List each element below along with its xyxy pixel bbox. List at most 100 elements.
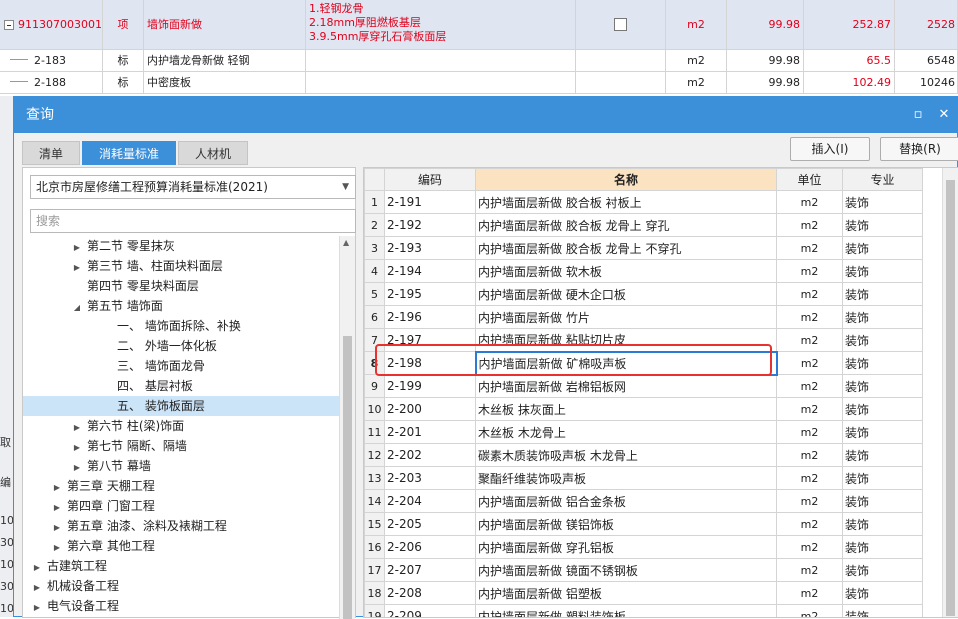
- row-code[interactable]: 2-202: [384, 443, 476, 467]
- row-spec[interactable]: 装饰: [842, 282, 923, 306]
- sub-row[interactable]: 2-188 标 中密度板 m2 99.98 102.49 10246: [0, 72, 958, 94]
- row-spec[interactable]: 装饰: [842, 374, 923, 398]
- row-unit[interactable]: m2: [776, 397, 843, 421]
- row-name[interactable]: 内护墙面层新做 镁铝饰板: [475, 512, 777, 536]
- tree-node[interactable]: ▶ 第四章 门窗工程: [23, 496, 341, 516]
- collapse-icon[interactable]: [4, 19, 14, 30]
- row-spec[interactable]: 装饰: [842, 397, 923, 421]
- sub-row[interactable]: 2-183 标 内护墙龙骨新做 轻钢 m2 99.98 65.5 6548: [0, 50, 958, 72]
- row-spec[interactable]: 装饰: [842, 581, 923, 605]
- row-name[interactable]: 内护墙面层新做 胶合板 衬板上: [475, 190, 777, 214]
- row-code[interactable]: 2-207: [384, 558, 476, 582]
- table-row[interactable]: 2 2-192 内护墙面层新做 胶合板 龙骨上 穿孔 m2 装饰: [364, 213, 923, 237]
- dialog-titlebar[interactable]: 查询 ▫ ✕: [14, 97, 957, 133]
- row-unit[interactable]: m2: [776, 420, 843, 444]
- row-code[interactable]: 2-193: [384, 236, 476, 260]
- row-name[interactable]: 内护墙面层新做 塑料装饰板: [475, 604, 777, 617]
- row-spec[interactable]: 装饰: [842, 213, 923, 237]
- insert-button[interactable]: 插入(I): [790, 137, 870, 161]
- expand-icon[interactable]: ▶: [51, 498, 63, 518]
- row-unit[interactable]: m2: [776, 374, 843, 398]
- tree-node[interactable]: ▶ 第三节 墙、柱面块料面层: [23, 256, 341, 276]
- checkbox[interactable]: [614, 18, 627, 31]
- expand-icon[interactable]: ▶: [51, 538, 63, 558]
- row-code[interactable]: 2-204: [384, 489, 476, 513]
- row-unit[interactable]: m2: [776, 305, 843, 329]
- table-row[interactable]: 4 2-194 内护墙面层新做 软木板 m2 装饰: [364, 259, 923, 283]
- table-row[interactable]: 12 2-202 碳素木质装饰吸声板 木龙骨上 m2 装饰: [364, 443, 923, 467]
- tree-node[interactable]: 五、 装饰板面层: [23, 396, 341, 416]
- expand-icon[interactable]: ▶: [71, 438, 83, 458]
- tree-node[interactable]: ▶ 机械设备工程: [23, 576, 341, 596]
- row-unit[interactable]: m2: [776, 581, 843, 605]
- expand-icon[interactable]: ▶: [31, 598, 43, 618]
- table-row[interactable]: 18 2-208 内护墙面层新做 铝塑板 m2 装饰: [364, 581, 923, 605]
- row-name[interactable]: 内护墙面层新做 软木板: [475, 259, 777, 283]
- row-code[interactable]: 2-203: [384, 466, 476, 490]
- row-unit[interactable]: m2: [776, 351, 843, 375]
- row-spec[interactable]: 装饰: [842, 604, 923, 617]
- row-name[interactable]: 内护墙面层新做 胶合板 龙骨上 穿孔: [475, 213, 777, 237]
- row-unit[interactable]: m2: [776, 213, 843, 237]
- row-unit[interactable]: m2: [776, 489, 843, 513]
- tab-consumption-standard[interactable]: 消耗量标准: [82, 141, 177, 165]
- row-unit[interactable]: m2: [776, 259, 843, 283]
- expand-icon[interactable]: ▶: [31, 558, 43, 578]
- row-unit[interactable]: m2: [776, 236, 843, 260]
- row-unit[interactable]: m2: [776, 443, 843, 467]
- tree-node[interactable]: ▶ 第三章 天棚工程: [23, 476, 341, 496]
- table-row[interactable]: 5 2-195 内护墙面层新做 硬木企口板 m2 装饰: [364, 282, 923, 306]
- scroll-thumb[interactable]: [343, 336, 352, 619]
- tree-scrollbar[interactable]: ▲: [339, 236, 355, 619]
- spec-header[interactable]: 专业: [842, 168, 923, 191]
- row-name[interactable]: 内护墙面层新做 铝塑板: [475, 581, 777, 605]
- row-name[interactable]: 内护墙面层新做 竹片: [475, 305, 777, 329]
- search-input[interactable]: 搜索: [30, 209, 356, 233]
- row-unit[interactable]: m2: [776, 328, 843, 352]
- row-name[interactable]: 内护墙面层新做 穿孔铝板: [475, 535, 777, 559]
- expand-icon[interactable]: ▶: [51, 518, 63, 538]
- tree-node[interactable]: 二、 外墙一体化板: [23, 336, 341, 356]
- row-unit[interactable]: m2: [776, 604, 843, 617]
- row-unit[interactable]: m2: [776, 558, 843, 582]
- expand-icon[interactable]: ▶: [71, 458, 83, 478]
- row-unit[interactable]: m2: [776, 466, 843, 490]
- row-name[interactable]: 内护墙面层新做 胶合板 龙骨上 不穿孔: [475, 236, 777, 260]
- expand-icon[interactable]: ▶: [71, 418, 83, 438]
- table-scrollbar[interactable]: [942, 168, 958, 617]
- row-code[interactable]: 2-199: [384, 374, 476, 398]
- row-unit[interactable]: m2: [776, 190, 843, 214]
- tree-node[interactable]: ◢ 第五节 墙饰面: [23, 296, 341, 316]
- row-spec[interactable]: 装饰: [842, 512, 923, 536]
- row-name[interactable]: 碳素木质装饰吸声板 木龙骨上: [475, 443, 777, 467]
- restore-icon[interactable]: ▫: [905, 97, 931, 133]
- table-row[interactable]: 11 2-201 木丝板 木龙骨上 m2 装饰: [364, 420, 923, 444]
- tab-bill[interactable]: 清单: [22, 141, 81, 165]
- row-code[interactable]: 2-209: [384, 604, 476, 617]
- row-code[interactable]: 2-201: [384, 420, 476, 444]
- row-code[interactable]: 2-194: [384, 259, 476, 283]
- scroll-up-icon[interactable]: ▲: [343, 238, 349, 247]
- row-code[interactable]: 2-196: [384, 305, 476, 329]
- tree-node[interactable]: 四、 基层衬板: [23, 376, 341, 396]
- main-row[interactable]: 911307003001 项 墙饰面新做 1.轻钢龙骨 2.18mm厚阻燃板基层…: [0, 0, 958, 50]
- tree-node[interactable]: ▶ 第八节 幕墙: [23, 456, 341, 476]
- table-row[interactable]: 6 2-196 内护墙面层新做 竹片 m2 装饰: [364, 305, 923, 329]
- row-name[interactable]: 内护墙面层新做 岩棉铝板网: [475, 374, 777, 398]
- row-spec[interactable]: 装饰: [842, 443, 923, 467]
- table-row[interactable]: 10 2-200 木丝板 抹灰面上 m2 装饰: [364, 397, 923, 421]
- table-row[interactable]: 15 2-205 内护墙面层新做 镁铝饰板 m2 装饰: [364, 512, 923, 536]
- row-code[interactable]: 2-192: [384, 213, 476, 237]
- unit-header[interactable]: 单位: [776, 168, 843, 191]
- row-spec[interactable]: 装饰: [842, 489, 923, 513]
- name-header[interactable]: 名称: [475, 168, 777, 191]
- code-header[interactable]: 编码: [384, 168, 476, 191]
- tree-node[interactable]: ▶ 第六节 柱(梁)饰面: [23, 416, 341, 436]
- row-code[interactable]: 2-208: [384, 581, 476, 605]
- tree-node[interactable]: ▶ 第五章 油漆、涂料及裱糊工程: [23, 516, 341, 536]
- table-row[interactable]: 3 2-193 内护墙面层新做 胶合板 龙骨上 不穿孔 m2 装饰: [364, 236, 923, 260]
- expand-icon[interactable]: ▶: [71, 258, 83, 278]
- expand-icon[interactable]: ▶: [51, 478, 63, 498]
- replace-button[interactable]: 替换(R): [880, 137, 958, 161]
- row-unit[interactable]: m2: [776, 282, 843, 306]
